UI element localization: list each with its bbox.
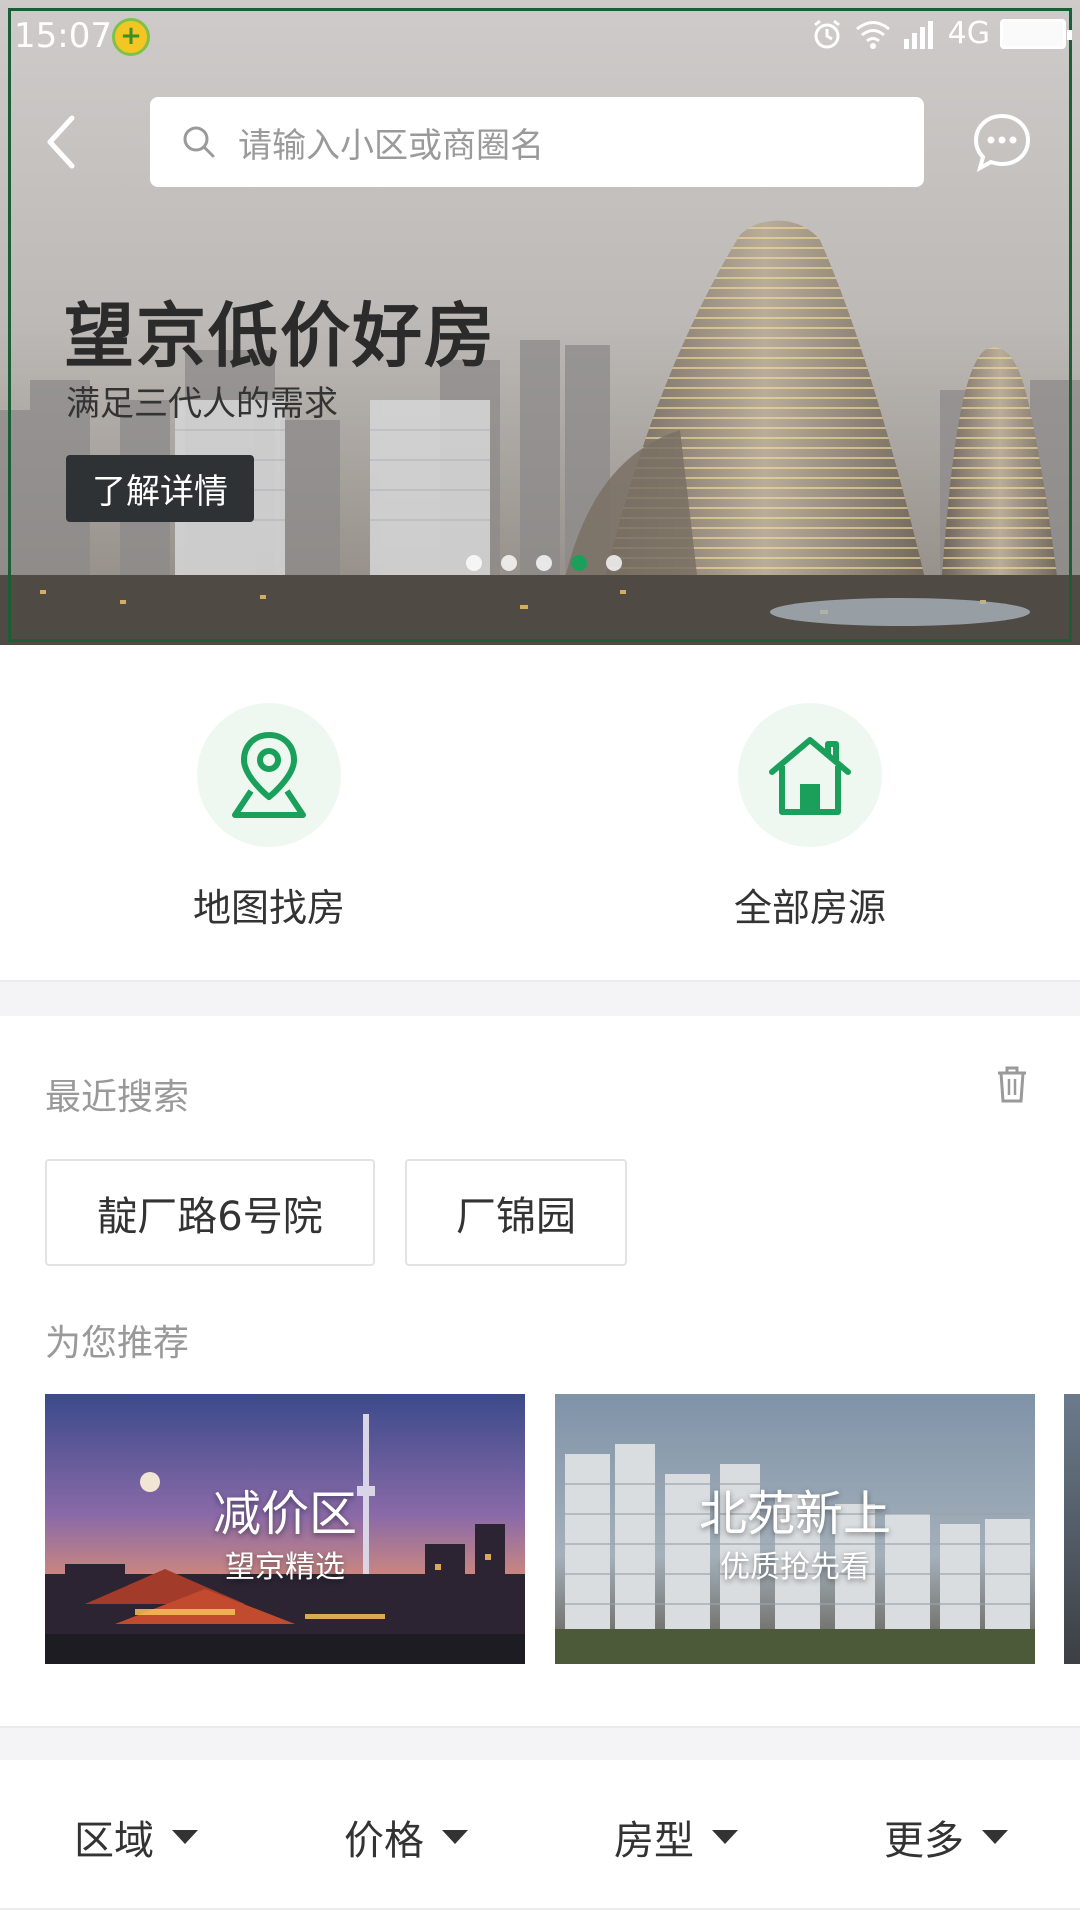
recommend-card-peek[interactable] — [1064, 1394, 1080, 1664]
status-bar: 15:07 + 4G — [0, 0, 1080, 76]
filter-label: 房型 — [614, 1818, 694, 1864]
recommend-card[interactable]: 减价区 望京精选 — [45, 1394, 525, 1664]
carousel-dot-active[interactable] — [571, 555, 587, 571]
alarm-icon — [813, 19, 840, 48]
recommend-card-title: 北苑新上 — [698, 1486, 891, 1542]
carousel-indicator — [466, 555, 622, 571]
filter-layout[interactable]: 房型 — [614, 1808, 738, 1866]
filter-label: 价格 — [344, 1818, 424, 1864]
app-notification-icon: + — [112, 18, 150, 56]
carousel-dot[interactable] — [501, 555, 517, 571]
search-input[interactable]: 请输入小区或商圈名 — [150, 97, 924, 187]
banner-detail-button[interactable]: 了解详情 — [66, 455, 254, 522]
caret-down-icon — [712, 1830, 738, 1844]
status-time: 15:07 — [14, 16, 112, 56]
section-divider — [0, 980, 1080, 1016]
recommend-card-title: 减价区 — [212, 1486, 357, 1542]
filter-bar: 区域 价格 房型 更多 — [0, 1760, 1080, 1910]
filter-district[interactable]: 区域 — [74, 1808, 198, 1866]
filter-label: 区域 — [74, 1818, 154, 1864]
recommend-card-subtitle: 望京精选 — [225, 1550, 345, 1585]
section-divider — [0, 1726, 1080, 1760]
map-search-entry[interactable]: 地图找房 — [159, 703, 379, 932]
recent-search-title: 最近搜索 — [45, 1077, 190, 1118]
house-icon — [769, 737, 851, 815]
recommend-card[interactable]: 北苑新上 优质抢先看 — [555, 1394, 1035, 1664]
banner-title: 望京低价好房 — [64, 295, 496, 377]
battery-icon — [1000, 18, 1072, 49]
caret-down-icon — [172, 1830, 198, 1844]
recommend-title: 为您推荐 — [45, 1323, 190, 1364]
map-entry-circle — [197, 703, 341, 847]
hero-banner[interactable]: 15:07 + 4G 请输入小区或商圈名 望京低价好房 满足三代人的需求 了解详… — [0, 0, 1080, 645]
trash-icon[interactable] — [994, 1064, 1030, 1104]
carousel-dot[interactable] — [606, 555, 622, 571]
carousel-dot[interactable] — [536, 555, 552, 571]
search-placeholder: 请输入小区或商圈名 — [238, 125, 544, 166]
filter-label: 更多 — [884, 1818, 964, 1864]
recent-search-chip[interactable]: 厂锦园 — [405, 1159, 627, 1266]
caret-down-icon — [982, 1830, 1008, 1844]
back-arrow-icon[interactable] — [40, 112, 84, 172]
banner-subtitle: 满足三代人的需求 — [66, 384, 338, 424]
map-entry-label: 地图找房 — [192, 886, 345, 930]
all-entry-circle — [738, 703, 882, 847]
carousel-dot[interactable] — [466, 555, 482, 571]
recent-search-chip[interactable]: 靛厂路6号院 — [45, 1159, 375, 1266]
all-listings-entry[interactable]: 全部房源 — [700, 703, 920, 932]
map-pin-icon — [232, 732, 306, 818]
network-type: 4G — [947, 16, 990, 51]
wifi-icon — [855, 20, 890, 49]
filter-more[interactable]: 更多 — [884, 1808, 1008, 1866]
quick-entries: 地图找房 全部房源 — [0, 645, 1080, 980]
chat-bubble-icon[interactable] — [972, 112, 1032, 172]
filter-price[interactable]: 价格 — [344, 1808, 468, 1866]
all-entry-label: 全部房源 — [733, 886, 886, 930]
caret-down-icon — [442, 1830, 468, 1844]
recommend-card-subtitle: 优质抢先看 — [720, 1550, 870, 1585]
signal-icon — [903, 20, 933, 49]
recent-search-section: 最近搜索 靛厂路6号院 厂锦园 为您推荐 减价区 望京精选 北苑新上 优质抢先看 — [0, 1016, 1080, 1726]
search-icon — [183, 126, 215, 158]
